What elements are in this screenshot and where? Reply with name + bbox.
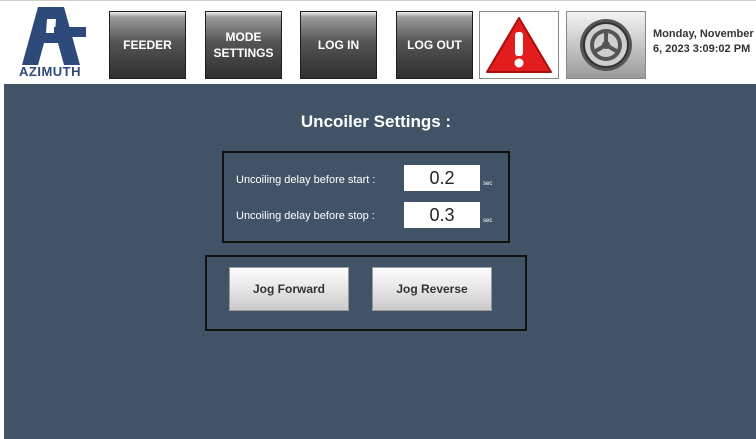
mode-settings-button[interactable]: MODE SETTINGS — [205, 11, 282, 79]
logo-mark-icon — [22, 7, 86, 65]
feeder-button[interactable]: FEEDER — [109, 11, 186, 79]
start-delay-unit: sec — [483, 181, 493, 187]
delay-settings-box: Uncoiling delay before start : sec Uncoi… — [222, 151, 510, 243]
log-out-button[interactable]: LOG OUT — [396, 11, 473, 79]
date-line: Monday, November — [653, 28, 754, 40]
start-delay-input[interactable] — [404, 165, 480, 191]
alarm-button[interactable] — [479, 11, 559, 79]
stop-delay-unit: sec — [483, 218, 493, 224]
hmi-screen: AZIMUTH FEEDER MODE SETTINGS LOG IN LOG … — [0, 0, 756, 439]
stop-delay-label: Uncoiling delay before stop : — [236, 210, 375, 222]
stop-delay-input[interactable] — [404, 202, 480, 228]
page-title: Uncoiler Settings : — [300, 112, 452, 131]
logo-text: AZIMUTH — [19, 64, 81, 79]
main-panel: Uncoiler Settings : Uncoiling delay befo… — [4, 84, 756, 439]
jog-controls-box: Jog Forward Jog Reverse — [205, 255, 527, 331]
alarm-warning-icon — [486, 17, 552, 73]
jog-reverse-button[interactable]: Jog Reverse — [372, 267, 492, 311]
datetime-display: Monday, November 6, 2023 3:09:02 PM — [653, 27, 756, 57]
start-delay-label: Uncoiling delay before start : — [236, 174, 376, 186]
top-bar: AZIMUTH FEEDER MODE SETTINGS LOG IN LOG … — [0, 0, 756, 84]
log-in-button[interactable]: LOG IN — [300, 11, 377, 79]
azimuth-logo: AZIMUTH — [14, 5, 86, 79]
time-line: 6, 2023 3:09:02 PM — [653, 43, 751, 55]
settings-button[interactable] — [566, 11, 646, 79]
jog-forward-button[interactable]: Jog Forward — [229, 267, 349, 311]
gear-icon — [580, 19, 632, 71]
